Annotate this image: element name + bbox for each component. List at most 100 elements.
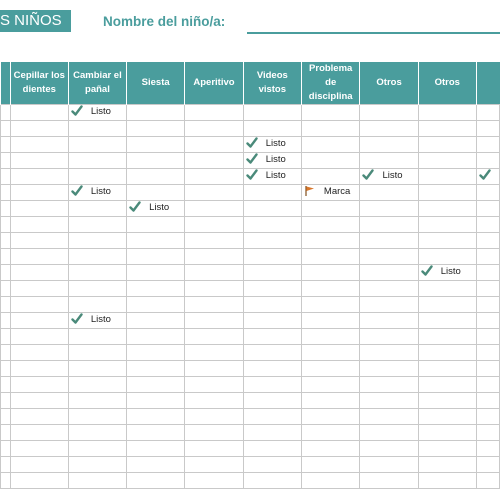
table-cell[interactable] <box>0 120 11 137</box>
table-cell[interactable] <box>300 456 361 473</box>
table-cell[interactable] <box>9 424 69 441</box>
table-cell[interactable] <box>300 312 361 329</box>
table-cell[interactable] <box>300 424 361 441</box>
table-cell[interactable] <box>9 472 69 489</box>
table-cell[interactable] <box>300 360 361 377</box>
table-cell[interactable] <box>0 472 11 489</box>
table-cell[interactable] <box>67 264 128 281</box>
table-cell[interactable] <box>417 296 477 313</box>
table-cell[interactable] <box>359 280 419 297</box>
table-cell[interactable] <box>67 200 128 217</box>
table-cell[interactable] <box>359 200 419 217</box>
table-cell[interactable] <box>475 360 500 377</box>
table-cell[interactable] <box>242 328 302 345</box>
table-cell[interactable] <box>475 216 500 233</box>
table-cell[interactable] <box>126 232 186 249</box>
table-cell[interactable] <box>0 440 11 457</box>
table-cell[interactable] <box>126 296 186 313</box>
table-cell[interactable] <box>9 360 69 377</box>
table-cell[interactable] <box>242 120 302 137</box>
table-cell[interactable] <box>9 328 69 345</box>
table-cell[interactable] <box>0 392 11 409</box>
table-cell[interactable] <box>9 264 69 281</box>
table-cell[interactable] <box>9 280 69 297</box>
table-cell[interactable] <box>359 120 419 137</box>
table-cell[interactable] <box>0 200 11 217</box>
table-cell[interactable] <box>242 312 302 329</box>
table-cell[interactable]: Listo <box>67 104 128 121</box>
table-cell[interactable] <box>359 392 419 409</box>
table-cell[interactable] <box>359 440 419 457</box>
table-cell[interactable] <box>359 184 419 201</box>
table-cell[interactable]: Listo <box>242 136 302 153</box>
table-cell[interactable] <box>475 312 500 329</box>
table-cell[interactable]: Listo <box>242 152 302 169</box>
table-cell[interactable] <box>184 376 244 393</box>
table-cell[interactable] <box>359 216 419 233</box>
table-cell[interactable] <box>0 136 11 153</box>
table-cell[interactable] <box>67 136 128 153</box>
table-cell[interactable] <box>9 312 69 329</box>
table-cell[interactable] <box>184 440 244 457</box>
table-cell[interactable] <box>300 392 361 409</box>
table-cell[interactable] <box>300 472 361 489</box>
table-cell[interactable] <box>67 296 128 313</box>
table-cell[interactable] <box>417 456 477 473</box>
table-cell[interactable] <box>242 280 302 297</box>
table-cell[interactable] <box>417 136 477 153</box>
table-cell[interactable] <box>242 440 302 457</box>
table-cell[interactable] <box>475 120 500 137</box>
table-cell[interactable] <box>475 184 500 201</box>
table-cell[interactable] <box>9 168 69 185</box>
table-cell[interactable] <box>300 296 361 313</box>
table-cell[interactable] <box>417 408 477 425</box>
table-cell[interactable] <box>242 264 302 281</box>
table-cell[interactable] <box>475 280 500 297</box>
table-cell[interactable] <box>184 280 244 297</box>
table-cell[interactable] <box>242 296 302 313</box>
table-cell[interactable] <box>184 424 244 441</box>
table-cell[interactable] <box>242 104 302 121</box>
table-cell[interactable] <box>9 152 69 169</box>
table-cell[interactable] <box>475 456 500 473</box>
table-cell[interactable] <box>417 472 477 489</box>
table-cell[interactable] <box>242 232 302 249</box>
table-cell[interactable] <box>0 312 11 329</box>
table-cell[interactable] <box>300 104 361 121</box>
table-cell[interactable] <box>0 232 11 249</box>
table-cell[interactable] <box>67 120 128 137</box>
table-cell[interactable] <box>184 344 244 361</box>
table-cell[interactable] <box>184 216 244 233</box>
table-cell[interactable] <box>126 312 186 329</box>
table-cell[interactable] <box>475 264 500 281</box>
table-cell[interactable] <box>417 312 477 329</box>
table-cell[interactable] <box>417 120 477 137</box>
table-cell[interactable] <box>475 392 500 409</box>
table-cell[interactable] <box>417 392 477 409</box>
table-cell[interactable] <box>9 344 69 361</box>
table-cell[interactable] <box>475 472 500 489</box>
table-cell[interactable] <box>242 408 302 425</box>
table-cell[interactable] <box>0 104 11 121</box>
table-cell[interactable] <box>0 408 11 425</box>
table-cell[interactable] <box>126 456 186 473</box>
table-cell[interactable] <box>475 232 500 249</box>
table-cell[interactable] <box>67 440 128 457</box>
table-cell[interactable] <box>184 184 244 201</box>
table-cell[interactable] <box>359 296 419 313</box>
table-cell[interactable] <box>67 280 128 297</box>
table-cell[interactable] <box>417 104 477 121</box>
table-cell[interactable] <box>184 312 244 329</box>
table-cell[interactable] <box>417 344 477 361</box>
table-cell[interactable] <box>184 248 244 265</box>
table-cell[interactable] <box>300 136 361 153</box>
table-cell[interactable] <box>242 424 302 441</box>
table-cell[interactable] <box>300 248 361 265</box>
table-cell[interactable] <box>359 136 419 153</box>
table-cell[interactable] <box>417 200 477 217</box>
table-cell[interactable] <box>417 152 477 169</box>
table-cell[interactable] <box>67 168 128 185</box>
table-cell[interactable] <box>417 440 477 457</box>
table-cell[interactable] <box>9 408 69 425</box>
table-cell[interactable] <box>184 328 244 345</box>
